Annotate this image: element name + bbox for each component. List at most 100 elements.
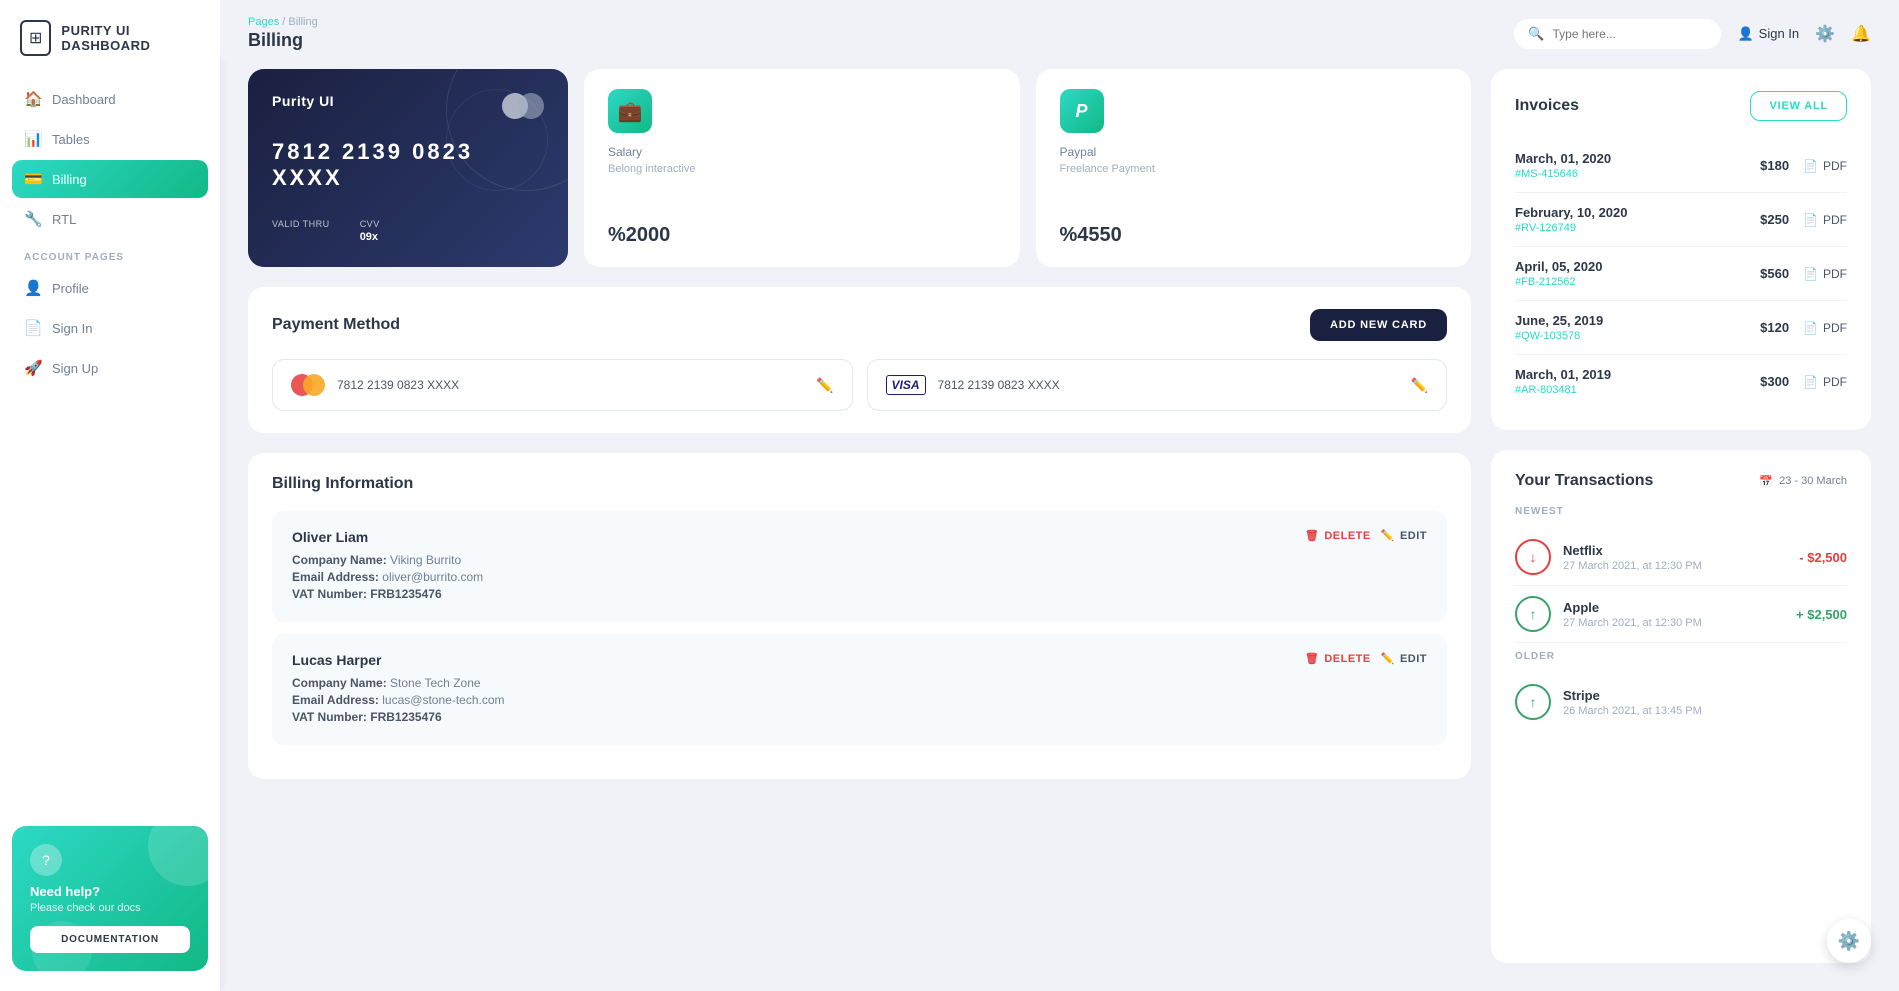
pencil-icon-0: ✏️ xyxy=(1381,529,1395,542)
invoice-pdf-2[interactable]: 📄 PDF xyxy=(1803,267,1847,281)
sidebar-item-profile[interactable]: 👤 Profile xyxy=(12,269,208,307)
settings-icon[interactable]: ⚙️ xyxy=(1815,24,1835,44)
visa-edit-icon[interactable]: ✏️ xyxy=(1411,377,1428,394)
sidebar-item-signin[interactable]: 📄 Sign In xyxy=(12,309,208,347)
vat-value-1: FRB1235476 xyxy=(370,710,441,724)
edit-label-0: EDIT xyxy=(1400,530,1427,542)
page-header: Pages / Billing Billing 🔍 👤 Sign In ⚙️ 🔔 xyxy=(220,0,1899,59)
invoice-amount-0: $180 xyxy=(1760,158,1789,173)
date-range-text: 23 - 30 March xyxy=(1779,475,1847,487)
paypal-icon: P xyxy=(1060,89,1104,133)
pdf-label-2: PDF xyxy=(1823,267,1847,281)
notifications-icon[interactable]: 🔔 xyxy=(1851,24,1871,44)
header-actions: 🔍 👤 Sign In ⚙️ 🔔 xyxy=(1514,19,1871,49)
billing-information-section: Billing Information Oliver Liam Company … xyxy=(248,453,1471,779)
stripe-date: 26 March 2021, at 13:45 PM xyxy=(1563,705,1835,717)
transaction-apple: ↑ Apple 27 March 2021, at 12:30 PM + $2,… xyxy=(1515,586,1847,643)
view-all-button[interactable]: VIEW ALL xyxy=(1750,91,1847,121)
mastercard-edit-icon[interactable]: ✏️ xyxy=(816,377,833,394)
netflix-amount: - $2,500 xyxy=(1799,550,1847,565)
main-area: Pages / Billing Billing 🔍 👤 Sign In ⚙️ 🔔 xyxy=(220,0,1899,991)
paypal-value: %4550 xyxy=(1060,224,1448,247)
invoice-date-2: April, 05, 2020 xyxy=(1515,259,1602,274)
netflix-date: 27 March 2021, at 12:30 PM xyxy=(1563,560,1787,572)
invoice-pdf-4[interactable]: 📄 PDF xyxy=(1803,375,1847,389)
add-new-card-button[interactable]: ADD NEW CARD xyxy=(1310,309,1447,341)
invoice-row-4: March, 01, 2019 #AR-803481 $300 📄 PDF xyxy=(1515,355,1847,408)
billing-person-row-0: Oliver Liam Company Name: Viking Burrito… xyxy=(292,529,1427,604)
delete-button-0[interactable]: 🗑 DELETE xyxy=(1305,529,1371,542)
invoices-header: Invoices VIEW ALL xyxy=(1515,91,1847,121)
email-label-0: Email Address: xyxy=(292,570,379,584)
logo-icon: ⊞ xyxy=(20,20,51,56)
credit-card: Purity UI 7812 2139 0823 XXXX VALID THRU… xyxy=(248,69,568,267)
billing-person-details-0: Oliver Liam Company Name: Viking Burrito… xyxy=(292,529,483,604)
transaction-stripe: ↑ Stripe 26 March 2021, at 13:45 PM xyxy=(1515,674,1847,730)
invoice-amount-4: $300 xyxy=(1760,374,1789,389)
billing-person-0: Oliver Liam Company Name: Viking Burrito… xyxy=(272,511,1447,622)
card-number: 7812 2139 0823 XXXX xyxy=(272,139,544,191)
search-input[interactable] xyxy=(1552,27,1707,41)
sidebar-item-billing[interactable]: 💳 Billing xyxy=(12,160,208,198)
search-box[interactable]: 🔍 xyxy=(1514,19,1721,49)
sign-in-link[interactable]: 👤 Sign In xyxy=(1737,26,1799,42)
invoice-info-0: March, 01, 2020 #MS-415646 xyxy=(1515,151,1611,180)
company-value-1: Stone Tech Zone xyxy=(390,676,481,690)
delete-button-1[interactable]: 🗑 DELETE xyxy=(1305,652,1371,665)
invoice-pdf-3[interactable]: 📄 PDF xyxy=(1803,321,1847,335)
stripe-info: Stripe 26 March 2021, at 13:45 PM xyxy=(1563,688,1835,717)
sidebar-item-label: Dashboard xyxy=(52,92,116,107)
vat-value-0: FRB1235476 xyxy=(370,587,441,601)
invoice-info-1: February, 10, 2020 #RV-126749 xyxy=(1515,205,1628,234)
invoice-amount-2: $560 xyxy=(1760,266,1789,281)
edit-button-0[interactable]: ✏️ EDIT xyxy=(1381,529,1427,542)
invoice-pdf-1[interactable]: 📄 PDF xyxy=(1803,213,1847,227)
sidebar-item-dashboard[interactable]: 🏠 Dashboard xyxy=(12,80,208,118)
settings-fab-icon: ⚙️ xyxy=(1838,931,1860,952)
payment-cards-list: 7812 2139 0823 XXXX ✏️ VISA 7812 2139 08… xyxy=(272,359,1447,411)
payment-method-title: Payment Method xyxy=(272,316,400,334)
invoice-ref-2: #FB-212562 xyxy=(1515,276,1602,288)
edit-button-1[interactable]: ✏️ EDIT xyxy=(1381,652,1427,665)
sidebar-item-tables[interactable]: 📊 Tables xyxy=(12,120,208,158)
invoice-date-3: June, 25, 2019 xyxy=(1515,313,1603,328)
transaction-netflix: ↓ Netflix 27 March 2021, at 12:30 PM - $… xyxy=(1515,529,1847,586)
settings-fab[interactable]: ⚙️ xyxy=(1827,919,1871,963)
sidebar-nav: 🏠 Dashboard 📊 Tables 💳 Billing 🔧 RTL ACC… xyxy=(0,80,220,806)
billing-icon: 💳 xyxy=(24,170,42,188)
invoice-row-1: February, 10, 2020 #RV-126749 $250 📄 PDF xyxy=(1515,193,1847,247)
calendar-icon: 📅 xyxy=(1759,475,1773,488)
transactions-header: Your Transactions 📅 23 - 30 March xyxy=(1515,472,1847,490)
invoice-right-3: $120 📄 PDF xyxy=(1760,320,1847,335)
invoice-ref-0: #MS-415646 xyxy=(1515,168,1611,180)
billing-person-1: Lucas Harper Company Name: Stone Tech Zo… xyxy=(272,634,1447,745)
breadcrumb-link[interactable]: Pages xyxy=(248,16,279,28)
pencil-icon-1: ✏️ xyxy=(1381,652,1395,665)
documentation-button[interactable]: DOCUMENTATION xyxy=(30,926,190,953)
invoice-ref-1: #RV-126749 xyxy=(1515,222,1628,234)
sidebar-item-signup[interactable]: 🚀 Sign Up xyxy=(12,349,208,387)
salary-label: Salary xyxy=(608,145,996,159)
company-value-0: Viking Burrito xyxy=(390,553,461,567)
sidebar-item-rtl[interactable]: 🔧 RTL xyxy=(12,200,208,238)
edit-label-1: EDIT xyxy=(1400,653,1427,665)
salary-sublabel: Belong interactive xyxy=(608,163,996,175)
apple-name: Apple xyxy=(1563,600,1784,615)
mastercard-icon xyxy=(291,374,325,396)
billing-person-actions-1: 🗑 DELETE ✏️ EDIT xyxy=(1305,652,1427,665)
pdf-icon-0: 📄 xyxy=(1803,159,1818,173)
chip-circle-left xyxy=(502,93,528,119)
email-label-1: Email Address: xyxy=(292,693,379,707)
netflix-direction-icon: ↓ xyxy=(1515,539,1551,575)
invoice-ref-4: #AR-803481 xyxy=(1515,384,1611,396)
help-widget: ? Need help? Please check our docs DOCUM… xyxy=(12,826,208,971)
invoice-pdf-0[interactable]: 📄 PDF xyxy=(1803,159,1847,173)
stripe-direction-icon: ↑ xyxy=(1515,684,1551,720)
sidebar-logo: ⊞ PURITY UI DASHBOARD xyxy=(0,20,220,80)
payment-method-section: Payment Method ADD NEW CARD 7812 2139 08… xyxy=(248,287,1471,433)
mc-circle-orange xyxy=(303,374,325,396)
invoice-date-1: February, 10, 2020 xyxy=(1515,205,1628,220)
email-value-0: oliver@burrito.com xyxy=(382,570,483,584)
salary-card: 💼 Salary Belong interactive %2000 xyxy=(584,69,1020,267)
pdf-label-3: PDF xyxy=(1823,321,1847,335)
